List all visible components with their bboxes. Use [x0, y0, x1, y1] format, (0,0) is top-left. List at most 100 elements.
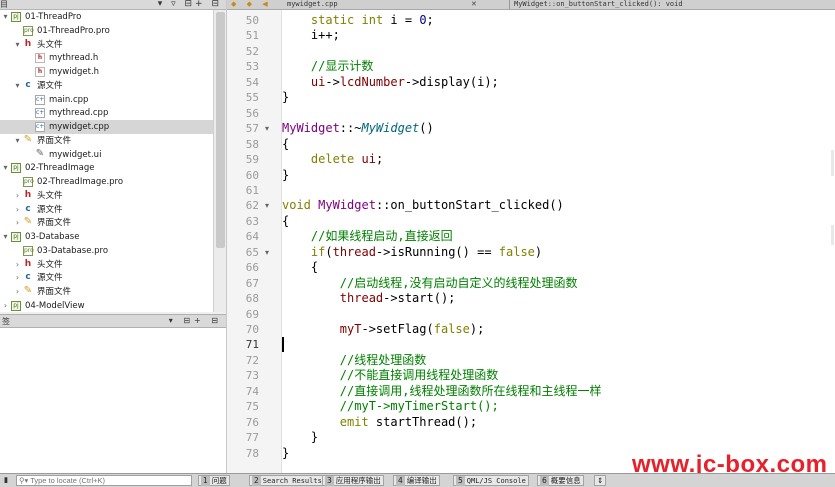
output-tab[interactable]: ⇕	[594, 475, 607, 486]
tree-item[interactable]: › ✎ 界面文件	[0, 216, 213, 230]
code-line[interactable]: }	[282, 168, 289, 183]
project-tree[interactable]: ▾ pj 01-ThreadPro pro 01-ThreadPro.pro ▾ h 头文件 h…	[0, 10, 213, 312]
tree-item[interactable]: ▾ pj 03-Database	[0, 230, 213, 244]
chevron-down-icon[interactable]: ▾	[13, 79, 22, 93]
sidebar-toggle-icon[interactable]: ▮	[0, 474, 12, 487]
code-line[interactable]: ui->lcdNumber->display(i);	[282, 75, 499, 90]
tree-item[interactable]: › h 头文件	[0, 189, 213, 203]
tree-item[interactable]: ▾ c 源文件	[0, 79, 213, 93]
chevron-right-icon[interactable]: ›	[1, 299, 10, 312]
tree-item[interactable]: ▾ pj 01-ThreadPro	[0, 10, 213, 24]
chevron-right-icon[interactable]: ›	[13, 216, 22, 230]
output-tab-number: 2	[252, 476, 261, 486]
code-line[interactable]: i++;	[282, 28, 340, 43]
code-token: ::~	[339, 121, 362, 136]
code-line[interactable]: //如果线程启动,直接返回	[282, 229, 453, 244]
code-line[interactable]: thread->start();	[282, 291, 456, 306]
chevron-right-icon[interactable]: ›	[13, 285, 22, 299]
code-line[interactable]: MyWidget::~MyWidget()	[282, 121, 434, 136]
output-tab-label: 编译输出	[406, 476, 437, 485]
tree-item[interactable]: ✎ mywidget.ui	[0, 148, 213, 162]
chevron-down-icon[interactable]: ▾	[1, 161, 10, 175]
chevron-down-icon[interactable]: ▾	[1, 10, 10, 24]
chevron-right-icon[interactable]: ›	[13, 271, 22, 285]
code-editor[interactable]: static int i = 0; i++; //显示计数 ui->lcdNum…	[282, 10, 835, 473]
code-token: //直接调用,线程处理函数所在线程和主线程一样	[339, 383, 602, 398]
code-line[interactable]: //myT->myTimerStart();	[282, 399, 499, 414]
code-token: i++;	[282, 28, 340, 43]
code-token: myT	[339, 322, 362, 336]
close-icon[interactable]: ✕	[471, 0, 477, 9]
output-tab[interactable]: 3 应用程序输出	[322, 475, 384, 486]
code-token: //myT->myTimerStart();	[339, 399, 499, 414]
code-line[interactable]: {	[282, 260, 318, 275]
code-line[interactable]: delete ui;	[282, 152, 383, 167]
output-tab[interactable]: 2 Search Results	[249, 475, 325, 486]
editor-file-selector[interactable]: mywidget.cpp	[287, 0, 338, 9]
chevron-right-icon[interactable]: ›	[13, 258, 22, 272]
tree-item[interactable]: ▾ h 头文件	[0, 38, 213, 52]
code-line[interactable]: }	[282, 430, 318, 445]
fold-marker-icon[interactable]: ▾	[265, 121, 275, 136]
project-tree-scrollbar[interactable]	[213, 10, 226, 312]
code-token: i =	[383, 13, 420, 27]
tree-item[interactable]: pro 02-ThreadImage.pro	[0, 175, 213, 189]
bookmarks-panel-icons[interactable]: ▾ ⊟+ ⊟	[169, 316, 222, 325]
code-line[interactable]: //不能直接调用线程处理函数	[282, 368, 498, 383]
tree-item[interactable]: › c 源文件	[0, 271, 213, 285]
code-token: {	[282, 136, 290, 151]
editor-scrollbar[interactable]	[822, 10, 835, 473]
code-line[interactable]: if(thread->isRunning() == false)	[282, 245, 542, 260]
code-line[interactable]: //启动线程,没有启动自定义的线程处理函数	[282, 276, 578, 291]
chevron-right-icon[interactable]: ›	[13, 203, 22, 217]
code-line[interactable]: emit startThread();	[282, 415, 477, 430]
output-tab[interactable]: 6 概要信息	[537, 475, 584, 486]
tree-item[interactable]: c+ main.cpp	[0, 93, 213, 107]
tree-item[interactable]: h mywidget.h	[0, 65, 213, 79]
tree-item[interactable]: ▾ ✎ 界面文件	[0, 134, 213, 148]
code-token: );	[469, 322, 485, 336]
tree-item[interactable]: c+ mythread.cpp	[0, 106, 213, 120]
chevron-down-icon[interactable]: ▾	[13, 134, 22, 148]
code-token: MyWidget	[318, 198, 376, 213]
editor-function-selector[interactable]: MyWidget::on_buttonStart_clicked(): void	[509, 0, 683, 9]
output-tab-label: 概要信息	[550, 476, 581, 485]
project-tree-scroll-thumb[interactable]	[216, 12, 225, 248]
code-line[interactable]: //显示计数	[282, 59, 373, 74]
scrollbar-marker	[831, 225, 834, 245]
locator-input[interactable]	[16, 475, 192, 486]
code-token: //如果线程启动,直接返回	[310, 229, 453, 244]
code-line[interactable]: //直接调用,线程处理函数所在线程和主线程一样	[282, 383, 602, 399]
output-tab[interactable]: 1 问题	[198, 475, 230, 486]
line-number: 69	[245, 307, 259, 321]
tree-item[interactable]: › ✎ 界面文件	[0, 285, 213, 299]
tree-item[interactable]: ▾ pj 02-ThreadImage	[0, 161, 213, 175]
panel-header-icons[interactable]: ▾ ▿ ⊟+ ⊟	[158, 0, 222, 9]
tree-item[interactable]: › pj 04-ModelView	[0, 299, 213, 312]
output-tab[interactable]: 4 编译输出	[393, 475, 440, 486]
tree-item[interactable]: › h 头文件	[0, 258, 213, 272]
fold-marker-icon[interactable]: ▾	[265, 245, 275, 260]
tree-item[interactable]: pro 01-ThreadPro.pro	[0, 24, 213, 38]
editor-nav-arrows[interactable]: ◆ ◆ ◀	[231, 0, 272, 9]
fold-marker-icon[interactable]: ▾	[265, 198, 275, 213]
code-line[interactable]: }	[282, 90, 289, 105]
output-tab-number: 1	[201, 476, 210, 486]
code-line[interactable]: {	[282, 137, 289, 152]
tree-item[interactable]: › c 源文件	[0, 203, 213, 217]
tree-item[interactable]: c+ mywidget.cpp	[0, 120, 213, 134]
code-line[interactable]: }	[282, 446, 289, 461]
chevron-down-icon[interactable]: ▾	[13, 38, 22, 52]
code-line[interactable]: //线程处理函数	[282, 353, 426, 368]
code-line[interactable]: myT->setFlag(false);	[282, 322, 485, 337]
line-number: 72	[245, 353, 259, 367]
output-tab[interactable]: 5 QML/JS Console	[453, 475, 529, 486]
tree-item[interactable]: pro 03-Database.pro	[0, 244, 213, 258]
code-line[interactable]: void MyWidget::on_buttonStart_clicked()	[282, 198, 564, 213]
code-line[interactable]: {	[282, 214, 289, 229]
chevron-down-icon[interactable]: ▾	[1, 230, 10, 244]
chevron-right-icon[interactable]: ›	[13, 189, 22, 203]
code-line[interactable]: static int i = 0;	[282, 13, 434, 28]
tree-item[interactable]: h mythread.h	[0, 51, 213, 65]
